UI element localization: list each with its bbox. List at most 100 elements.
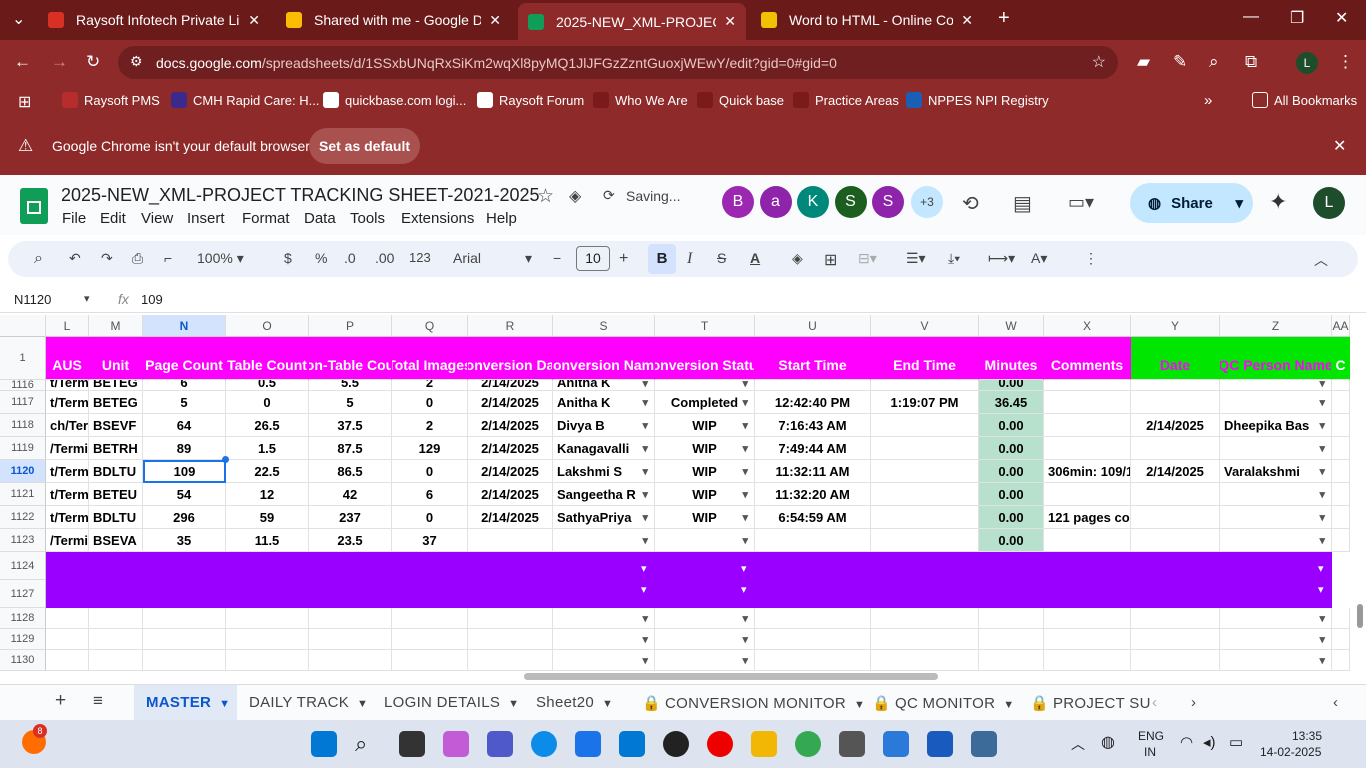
grid-cell[interactable]	[143, 608, 226, 629]
name-box[interactable]: N1120	[14, 292, 51, 307]
grid-cell[interactable]: 12:42:40 PM	[755, 391, 871, 414]
grid-cell[interactable]: BSEVA	[89, 529, 143, 552]
app-icon-1[interactable]	[839, 731, 865, 757]
grid-cell[interactable]	[392, 608, 468, 629]
strikethrough-button[interactable]: S	[717, 250, 726, 266]
grid-cell[interactable]: 2/14/2025	[468, 483, 553, 506]
column-header[interactable]: R	[468, 315, 553, 337]
grid-cell[interactable]: 5	[143, 391, 226, 414]
grid-cell[interactable]	[655, 629, 755, 650]
grid-cell[interactable]	[468, 629, 553, 650]
grid-cell[interactable]	[1220, 437, 1332, 460]
column-header[interactable]: N	[143, 315, 226, 337]
share-dropdown-icon[interactable]: ▾	[1235, 194, 1243, 212]
grid-cell[interactable]	[1044, 380, 1131, 391]
header-cell[interactable]: Date	[1131, 337, 1220, 380]
header-cell[interactable]: Start Time	[755, 337, 871, 380]
close-infobar-icon[interactable]: ✕	[1333, 136, 1346, 156]
grid-cell[interactable]: Anitha K	[553, 391, 655, 414]
name-box-dropdown-icon[interactable]: ▾	[84, 292, 90, 305]
sheet-tab-menu-icon[interactable]: ▼	[357, 698, 368, 710]
zoom-select[interactable]: 100% ▾	[197, 250, 244, 267]
sheet-tab[interactable]: 🔒 QC MONITOR ▼	[872, 694, 1014, 712]
sheet-tab-menu-icon[interactable]: ▼	[219, 698, 230, 710]
header-cell[interactable]: Table Count	[226, 337, 309, 380]
row-header[interactable]: 1121	[0, 483, 46, 506]
grid-cell[interactable]	[755, 650, 871, 671]
italic-button[interactable]: I	[687, 250, 692, 268]
column-header[interactable]: P	[309, 315, 392, 337]
menu-extensions[interactable]: Extensions	[401, 210, 474, 227]
header-cell[interactable]: onversion Da	[468, 337, 553, 380]
browser-tab[interactable]: Word to HTML - Online Conver ✕	[751, 0, 983, 40]
grid-cell[interactable]: t/Termi	[46, 380, 89, 391]
grid-cell[interactable]: 0	[392, 506, 468, 529]
grid-cell[interactable]	[979, 608, 1044, 629]
bookmark-item[interactable]: Who We Are	[593, 92, 688, 108]
sheet-tab[interactable]: MASTER ▼	[146, 694, 230, 711]
vertical-scrollbar[interactable]	[1357, 604, 1363, 628]
grid-cell[interactable]	[655, 380, 755, 391]
grid-cell[interactable]: 2/14/2025	[468, 437, 553, 460]
grid-cell[interactable]: 59	[226, 506, 309, 529]
grid-cell[interactable]: 0	[226, 391, 309, 414]
menu-file[interactable]: File	[62, 210, 86, 227]
dropdown-chevron-icon[interactable]: ▾	[741, 562, 747, 575]
column-header[interactable]: V	[871, 315, 979, 337]
task-view-icon[interactable]	[399, 731, 425, 757]
all-bookmarks[interactable]: All Bookmarks	[1252, 92, 1357, 108]
bookmark-item[interactable]: Practice Areas	[793, 92, 899, 108]
formula-input[interactable]: 109	[141, 292, 163, 307]
grid-cell[interactable]: 0.5	[226, 380, 309, 391]
grid-cell[interactable]: WIP	[655, 437, 755, 460]
grid-cell[interactable]	[1332, 391, 1350, 414]
grid-cell[interactable]: 2/14/2025	[468, 391, 553, 414]
grid-cell[interactable]	[1131, 506, 1220, 529]
tab-close-icon[interactable]: ✕	[248, 12, 260, 29]
grid-cell[interactable]	[1044, 650, 1131, 671]
row-header[interactable]: 1127	[0, 580, 46, 608]
column-header[interactable]: X	[1044, 315, 1131, 337]
zoom-icon[interactable]: ⌕	[1209, 52, 1219, 72]
grid-cell[interactable]	[655, 650, 755, 671]
row-header[interactable]: 1129	[0, 629, 46, 650]
grid-cell[interactable]	[871, 506, 979, 529]
grid-cell[interactable]: t/Termi	[46, 483, 89, 506]
sheet-tab-menu-icon[interactable]: ▼	[1003, 699, 1014, 711]
header-cell[interactable]: on-Table Cou	[309, 337, 392, 380]
dropdown-chevron-icon[interactable]: ▾	[1318, 583, 1324, 596]
bookmark-item[interactable]: quickbase.com logi...	[323, 92, 466, 108]
currency-format-button[interactable]: $	[284, 250, 292, 266]
bookmark-item[interactable]: Raysoft PMS	[62, 92, 160, 108]
minimize-button[interactable]: —	[1243, 8, 1259, 26]
grid-cell[interactable]: Dheepika Bas	[1220, 414, 1332, 437]
grid-cell[interactable]	[871, 414, 979, 437]
redo-icon[interactable]: ↷	[101, 250, 113, 267]
column-header[interactable]: AA	[1332, 315, 1350, 337]
tab-close-icon[interactable]: ✕	[724, 13, 736, 30]
grid-cell[interactable]: 0.00	[979, 437, 1044, 460]
extensions-puzzle-icon[interactable]: ⧉	[1245, 52, 1257, 72]
grid-cell[interactable]: BDLTU	[89, 460, 143, 483]
grid-cell[interactable]	[1332, 650, 1350, 671]
grid-cell[interactable]	[1131, 650, 1220, 671]
grid-cell[interactable]: 0.00	[979, 529, 1044, 552]
grid-cell[interactable]: 109	[143, 460, 226, 483]
grid-cell[interactable]: BETRH	[89, 437, 143, 460]
grid-cell[interactable]: BETEU	[89, 483, 143, 506]
decrease-font-size-icon[interactable]: −	[553, 250, 561, 266]
more-bookmarks-icon[interactable]: »	[1204, 92, 1212, 109]
grid-cell[interactable]	[1044, 391, 1131, 414]
site-info-icon[interactable]: ⚙	[130, 53, 143, 70]
column-header[interactable]: W	[979, 315, 1044, 337]
grid-cell[interactable]: 37	[392, 529, 468, 552]
grid-cell[interactable]: 22.5	[226, 460, 309, 483]
grid-cell[interactable]: Kanagavalli	[553, 437, 655, 460]
browser-tab[interactable]: Shared with me - Google Drive ✕	[276, 0, 511, 40]
bookmark-item[interactable]: CMH Rapid Care: H...	[171, 92, 319, 108]
grid-cell[interactable]: 2/14/2025	[1131, 460, 1220, 483]
column-header[interactable]: S	[553, 315, 655, 337]
grid-cell[interactable]	[1220, 506, 1332, 529]
grid-cell[interactable]: 7:16:43 AM	[755, 414, 871, 437]
browser-tab[interactable]: 2025-NEW_XML-PROJECT TRAC ✕	[518, 3, 746, 40]
